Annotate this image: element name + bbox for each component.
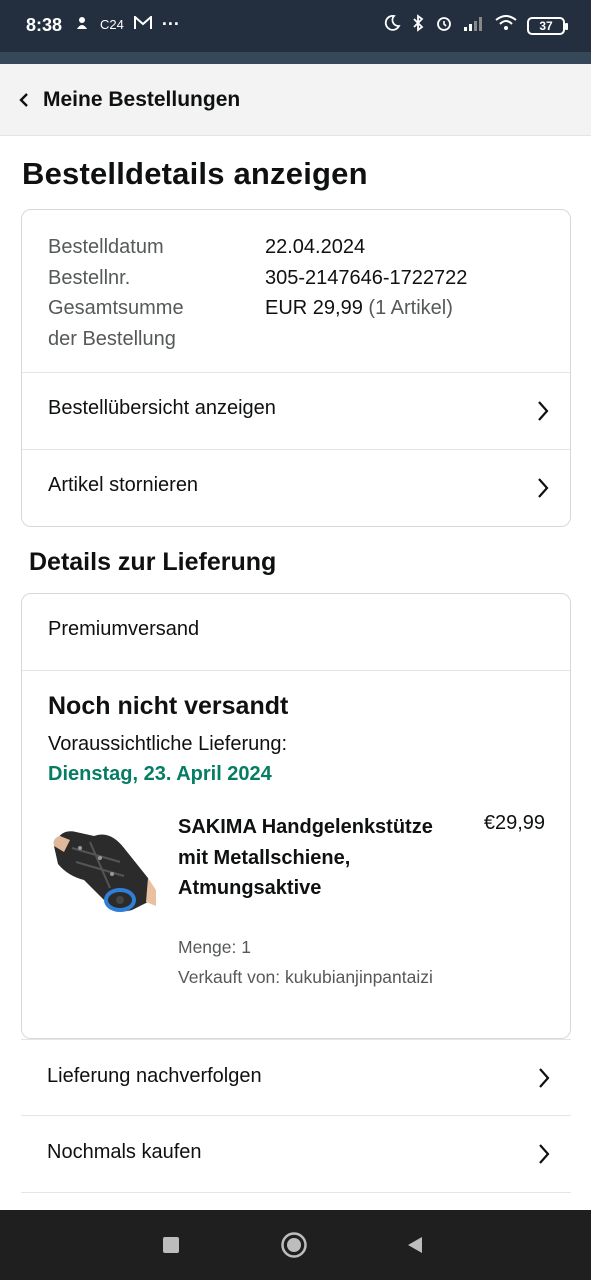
shipment-status: Noch nicht versandt — [48, 692, 289, 720]
view-order-summary-link[interactable]: Bestellübersicht anzeigen — [22, 373, 570, 449]
divider — [22, 670, 570, 671]
alarm-icon — [435, 14, 453, 37]
order-total-label: Gesamtsumme der Bestellung — [48, 293, 265, 354]
chevron-right-icon — [537, 1066, 551, 1095]
bluetooth-icon — [411, 14, 425, 37]
product-price: €29,99 — [483, 812, 545, 834]
back-triangle-icon — [408, 1237, 422, 1253]
delivery-card: Premiumversand Noch nicht versandt Vorau… — [21, 593, 571, 1039]
notification-icon — [74, 15, 90, 34]
order-total-amount: EUR 29,99 — [265, 297, 363, 319]
home-circle-icon — [281, 1232, 307, 1258]
order-summary: Bestelldatum 22.04.2024 Bestellnr. 305-2… — [48, 232, 548, 354]
recents-button[interactable] — [150, 1210, 192, 1280]
signal-icon — [463, 15, 485, 36]
order-number-label: Bestellnr. — [48, 266, 131, 289]
track-package-link[interactable]: Lieferung nachverfolgen — [21, 1039, 571, 1116]
gmail-icon — [133, 14, 152, 33]
chevron-right-icon — [537, 1142, 551, 1171]
back-chevron-icon[interactable] — [18, 91, 30, 114]
moon-icon — [383, 14, 401, 37]
nav-header: Meine Bestellungen — [0, 64, 591, 136]
eta-date: Dienstag, 23. April 2024 — [48, 763, 272, 785]
chevron-right-icon — [536, 399, 550, 428]
order-total-row: Gesamtsumme der Bestellung EUR 29,99 (1 … — [48, 293, 548, 354]
system-nav-bar — [0, 1210, 591, 1280]
order-item-count: (1 Artikel) — [368, 297, 453, 319]
delivery-section-title: Details zur Lieferung — [29, 548, 277, 576]
order-total-value: EUR 29,99 (1 Artikel) — [265, 293, 453, 354]
product-quantity: Menge: 1 — [178, 937, 251, 957]
order-summary-card: Bestelldatum 22.04.2024 Bestellnr. 305-2… — [21, 209, 571, 527]
status-right-icons: 37 — [383, 14, 568, 37]
order-date-label: Bestelldatum — [48, 236, 164, 258]
order-date-value: 22.04.2024 — [265, 236, 366, 258]
wifi-icon — [495, 15, 517, 36]
track-package-label: Lieferung nachverfolgen — [47, 1065, 262, 1087]
order-total-label-line2: der Bestellung — [48, 327, 176, 350]
order-total-label-line1: Gesamtsumme — [48, 297, 184, 319]
back-button[interactable] — [394, 1210, 436, 1280]
more-dots-icon: ··· — [161, 14, 180, 34]
header-stripe — [0, 52, 591, 64]
product-title-link[interactable]: SAKIMA Handgelenkstütze mit Metallschien… — [178, 812, 448, 904]
page-title: Bestelldetails anzeigen — [22, 156, 368, 191]
order-number-row: Bestellnr. 305-2147646-1722722 — [48, 263, 548, 294]
cancel-items-label: Artikel stornieren — [48, 474, 199, 496]
order-date-row: Bestelldatum 22.04.2024 — [48, 232, 548, 263]
status-time: 8:38 — [26, 15, 63, 35]
square-icon — [163, 1237, 179, 1253]
view-order-summary-label: Bestellübersicht anzeigen — [48, 397, 276, 419]
back-link-my-orders[interactable]: Meine Bestellungen — [43, 88, 240, 112]
chevron-right-icon — [536, 476, 550, 505]
product-seller: Verkauft von: kukubianjinpantaizi — [178, 967, 433, 987]
cancel-items-link[interactable]: Artikel stornieren — [22, 450, 570, 526]
battery-icon: 37 — [527, 16, 568, 35]
c24-icon: C24 — [100, 17, 124, 32]
home-button[interactable] — [272, 1210, 316, 1280]
order-number-value: 305-2147646-1722722 — [265, 266, 468, 289]
status-bar: 8:38 C24 ··· 37 — [0, 0, 591, 52]
product-image[interactable] — [50, 818, 156, 918]
buy-again-link[interactable]: Nochmals kaufen — [21, 1116, 571, 1193]
status-left-icons: C24 ··· — [74, 14, 180, 35]
eta-label: Voraussichtliche Lieferung: — [48, 733, 288, 755]
shipping-method: Premiumversand — [48, 618, 200, 640]
buy-again-label: Nochmals kaufen — [47, 1141, 202, 1163]
